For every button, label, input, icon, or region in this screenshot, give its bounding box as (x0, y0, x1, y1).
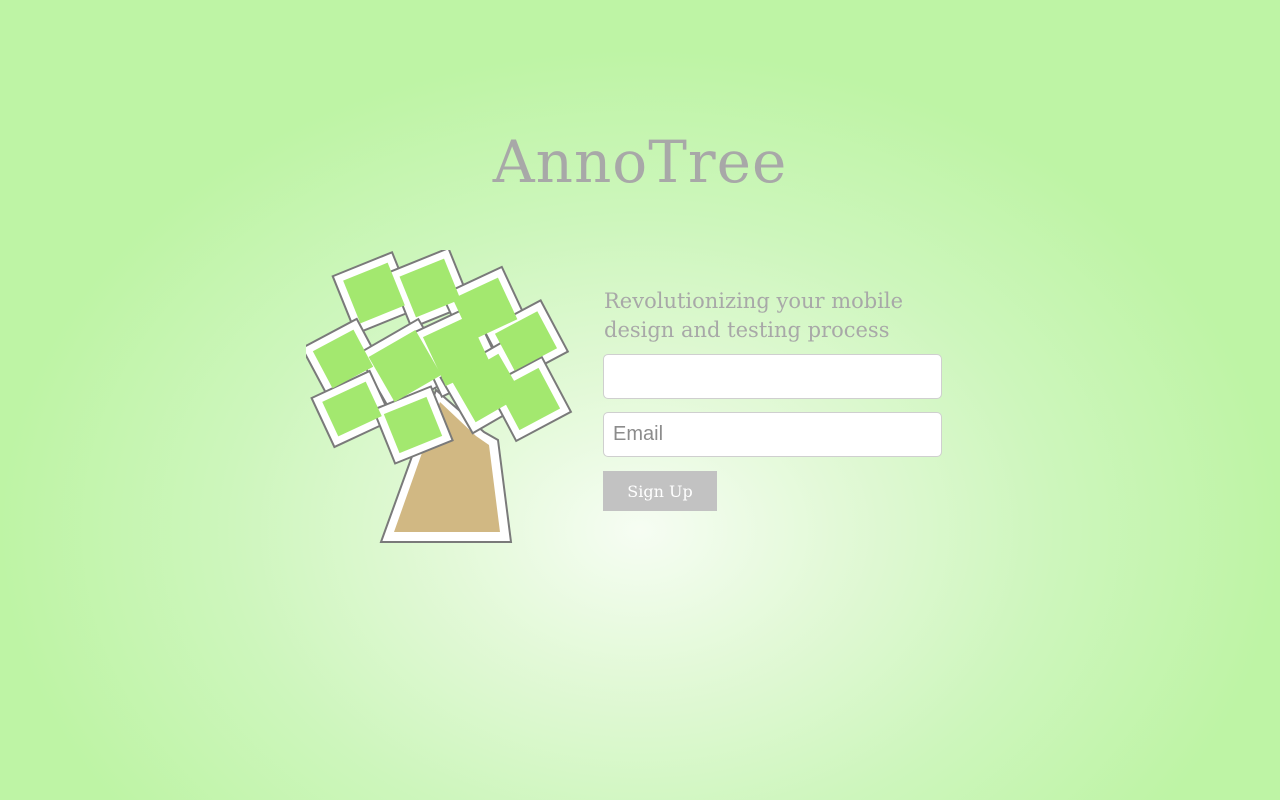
name-input[interactable] (603, 354, 942, 399)
email-input[interactable] (603, 412, 942, 457)
tree-logo-icon (306, 250, 573, 543)
app-title: AnnoTree (492, 128, 788, 196)
sign-up-button[interactable]: Sign Up (603, 471, 717, 511)
tagline: Revolutionizing your mobile design and t… (604, 289, 904, 342)
